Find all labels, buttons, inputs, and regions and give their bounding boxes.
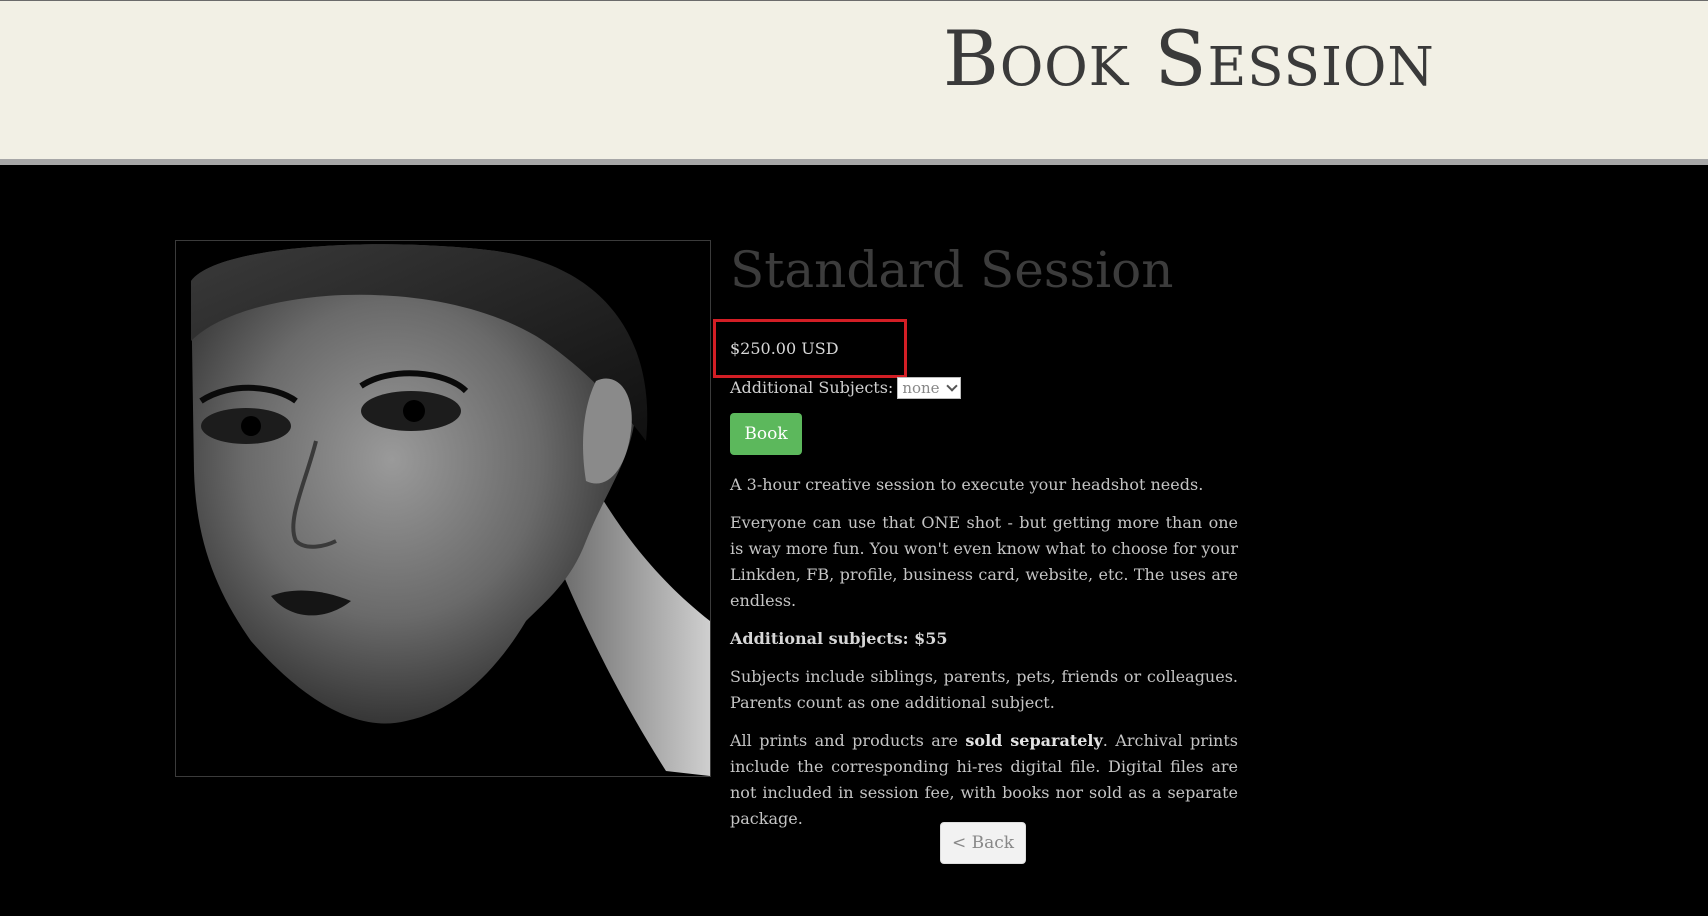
- product-details: Standard Session $250.00 USD Additional …: [713, 240, 1238, 828]
- description-paragraph: All prints and products are sold separat…: [730, 728, 1238, 832]
- description-paragraph: Subjects include siblings, parents, pets…: [730, 667, 1238, 712]
- main-content: Standard Session $250.00 USD Additional …: [0, 165, 1708, 916]
- description-paragraph: A 3-hour creative session to execute you…: [730, 475, 1204, 494]
- product-title: Standard Session: [730, 241, 1174, 299]
- portrait-image: [176, 241, 710, 776]
- additional-subjects-price: Additional subjects: $55: [730, 629, 948, 648]
- product-price: $250.00 USD: [730, 339, 839, 358]
- product-description: A 3-hour creative session to execute you…: [730, 472, 1238, 844]
- product-photo: [175, 240, 711, 777]
- additional-subjects-select[interactable]: none: [897, 377, 962, 399]
- chevron-down-icon: [946, 380, 958, 392]
- back-button[interactable]: < Back: [940, 822, 1026, 864]
- additional-subjects-value: none: [902, 379, 940, 397]
- text-fragment: All prints and products are: [730, 731, 966, 750]
- page-header: Book Session: [0, 0, 1708, 159]
- description-paragraph: Everyone can use that ONE shot - but get…: [730, 513, 1238, 610]
- emphasis-text: sold separately: [965, 731, 1103, 750]
- page-title: Book Session: [943, 14, 1435, 103]
- additional-subjects-label: Additional Subjects:: [730, 378, 894, 397]
- additional-subjects-row: Additional Subjects: none: [730, 375, 962, 401]
- book-button[interactable]: Book: [730, 413, 802, 455]
